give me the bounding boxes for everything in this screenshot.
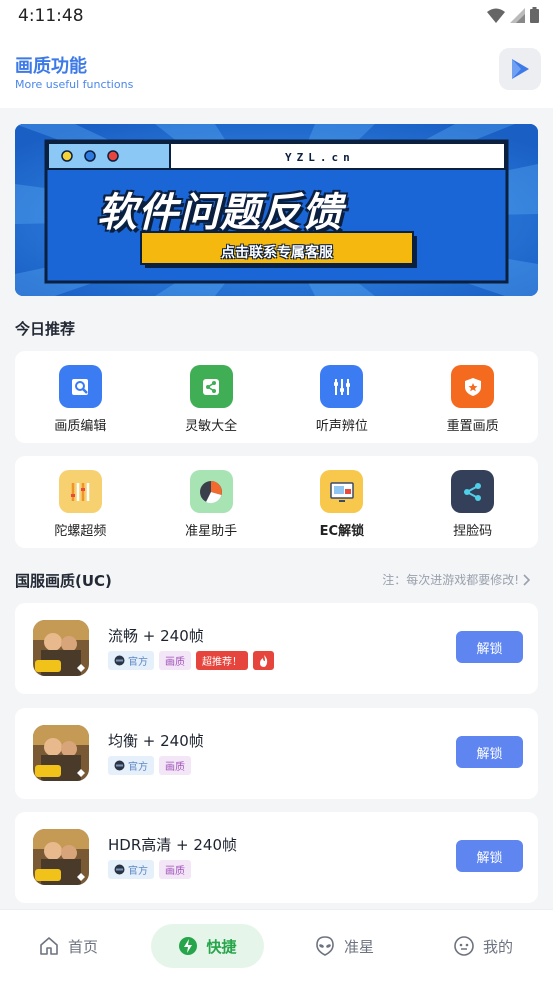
section-title-today: 今日推荐 <box>15 320 76 338</box>
uc-item: HDR高清 + 240帧 官方 画质 解锁 <box>15 812 538 903</box>
smiley-icon <box>454 936 474 956</box>
tool-label: 重置画质 <box>446 419 499 434</box>
shield-star-icon <box>451 365 495 408</box>
game-icon <box>33 620 89 676</box>
nav-home-label: 首页 <box>67 937 98 956</box>
game-badge-icon <box>114 864 125 875</box>
signal-icon <box>510 7 525 23</box>
official-tag: 官方 <box>108 860 154 879</box>
nav-crosshair[interactable]: 准星 <box>294 924 394 968</box>
tool-label: 捏脸码 <box>453 524 493 539</box>
alien-icon <box>316 936 334 956</box>
official-tag: 官方 <box>108 651 154 670</box>
nav-home[interactable]: 首页 <box>18 924 118 968</box>
sliders-icon <box>320 365 364 408</box>
tool-sound-locate[interactable]: 听声辨位 <box>287 365 397 434</box>
game-badge-icon <box>114 655 125 666</box>
game-badge-icon <box>114 760 125 771</box>
tool-face-code[interactable]: 捏脸码 <box>418 470 528 539</box>
home-icon <box>40 937 58 955</box>
status-bar: 4:11:48 <box>0 0 553 32</box>
today-row-1: 画质编辑 灵敏大全 听声辨位 重置画质 <box>15 351 538 443</box>
play-button[interactable] <box>499 48 541 90</box>
uc-item: 均衡 + 240帧 官方 画质 解锁 <box>15 708 538 799</box>
tool-label: 灵敏大全 <box>185 419 238 434</box>
nav-mine[interactable]: 我的 <box>433 924 533 968</box>
tool-image-edit[interactable]: 画质编辑 <box>25 365 135 434</box>
game-icon <box>33 725 89 781</box>
quality-tag: 画质 <box>159 860 191 879</box>
page-subtitle: More useful functions <box>15 78 134 91</box>
share-icon <box>189 365 233 408</box>
bottom-nav: 首页 快捷 准星 我的 <box>0 909 553 983</box>
today-row-2: 陀螺超频 准星助手 EC解锁 捏脸码 <box>15 456 538 548</box>
item-name: 流畅 + 240帧 <box>108 627 204 645</box>
share-nodes-icon <box>451 470 495 513</box>
tool-label: EC解锁 <box>319 524 365 539</box>
quality-tag: 画质 <box>159 756 191 775</box>
page-title: 画质功能 <box>15 56 87 77</box>
nav-crosshair-label: 准星 <box>343 937 374 956</box>
tool-ec-unlock[interactable]: EC解锁 <box>287 470 397 539</box>
monitor-icon <box>320 470 364 513</box>
uc-note-text: 注：每次进游戏都要修改! <box>382 573 519 587</box>
battery-icon <box>530 7 539 23</box>
official-tag-label: 官方 <box>128 866 148 877</box>
tool-crosshair[interactable]: 准星助手 <box>156 470 266 539</box>
game-icon <box>33 829 89 885</box>
unlock-button[interactable]: 解锁 <box>456 840 523 872</box>
recommend-tag: 超推荐！ <box>196 651 248 670</box>
tool-label: 画质编辑 <box>54 419 107 434</box>
official-tag-label: 官方 <box>128 762 148 773</box>
nav-mine-label: 我的 <box>482 937 513 956</box>
unlock-button[interactable]: 解锁 <box>456 736 523 768</box>
feedback-banner[interactable]: YZL.cn 软件问题反馈 点击联系专属客服 <box>15 124 538 296</box>
section-title-uc: 国服画质(UC) <box>15 572 112 590</box>
status-icons <box>487 7 539 23</box>
banner-headline: 软件问题反馈 <box>97 190 343 236</box>
tool-gyro[interactable]: 陀螺超频 <box>25 470 135 539</box>
play-icon <box>512 59 529 79</box>
chevron-right-icon <box>523 573 531 586</box>
image-edit-icon <box>58 365 102 408</box>
official-tag-label: 官方 <box>128 657 148 668</box>
uc-note[interactable]: 注：每次进游戏都要修改! <box>382 571 531 588</box>
nav-quick[interactable]: 快捷 <box>151 924 264 968</box>
tool-reset-quality[interactable]: 重置画质 <box>418 365 528 434</box>
tool-label: 听声辨位 <box>315 419 368 434</box>
lightning-icon <box>179 937 198 955</box>
wifi-icon <box>487 8 505 23</box>
unlock-button[interactable]: 解锁 <box>456 631 523 663</box>
page-header: 画质功能 More useful functions <box>0 32 553 108</box>
status-time: 4:11:48 <box>18 6 84 26</box>
pie-chart-icon <box>189 470 233 513</box>
uc-item: 流畅 + 240帧 官方 画质 超推荐！ 解锁 <box>15 603 538 694</box>
nav-quick-label: 快捷 <box>206 937 237 956</box>
tool-sensitivity[interactable]: 灵敏大全 <box>156 365 266 434</box>
banner-cta: 点击联系专属客服 <box>221 245 333 261</box>
official-tag: 官方 <box>108 756 154 775</box>
gyro-bars-icon <box>58 470 102 513</box>
item-name: 均衡 + 240帧 <box>108 732 204 750</box>
tool-label: 陀螺超频 <box>54 524 107 539</box>
banner-site: YZL.cn <box>285 151 355 164</box>
item-name: HDR高清 + 240帧 <box>108 836 237 854</box>
quality-tag: 画质 <box>159 651 191 670</box>
tool-label: 准星助手 <box>185 524 238 539</box>
fire-icon <box>253 651 274 670</box>
